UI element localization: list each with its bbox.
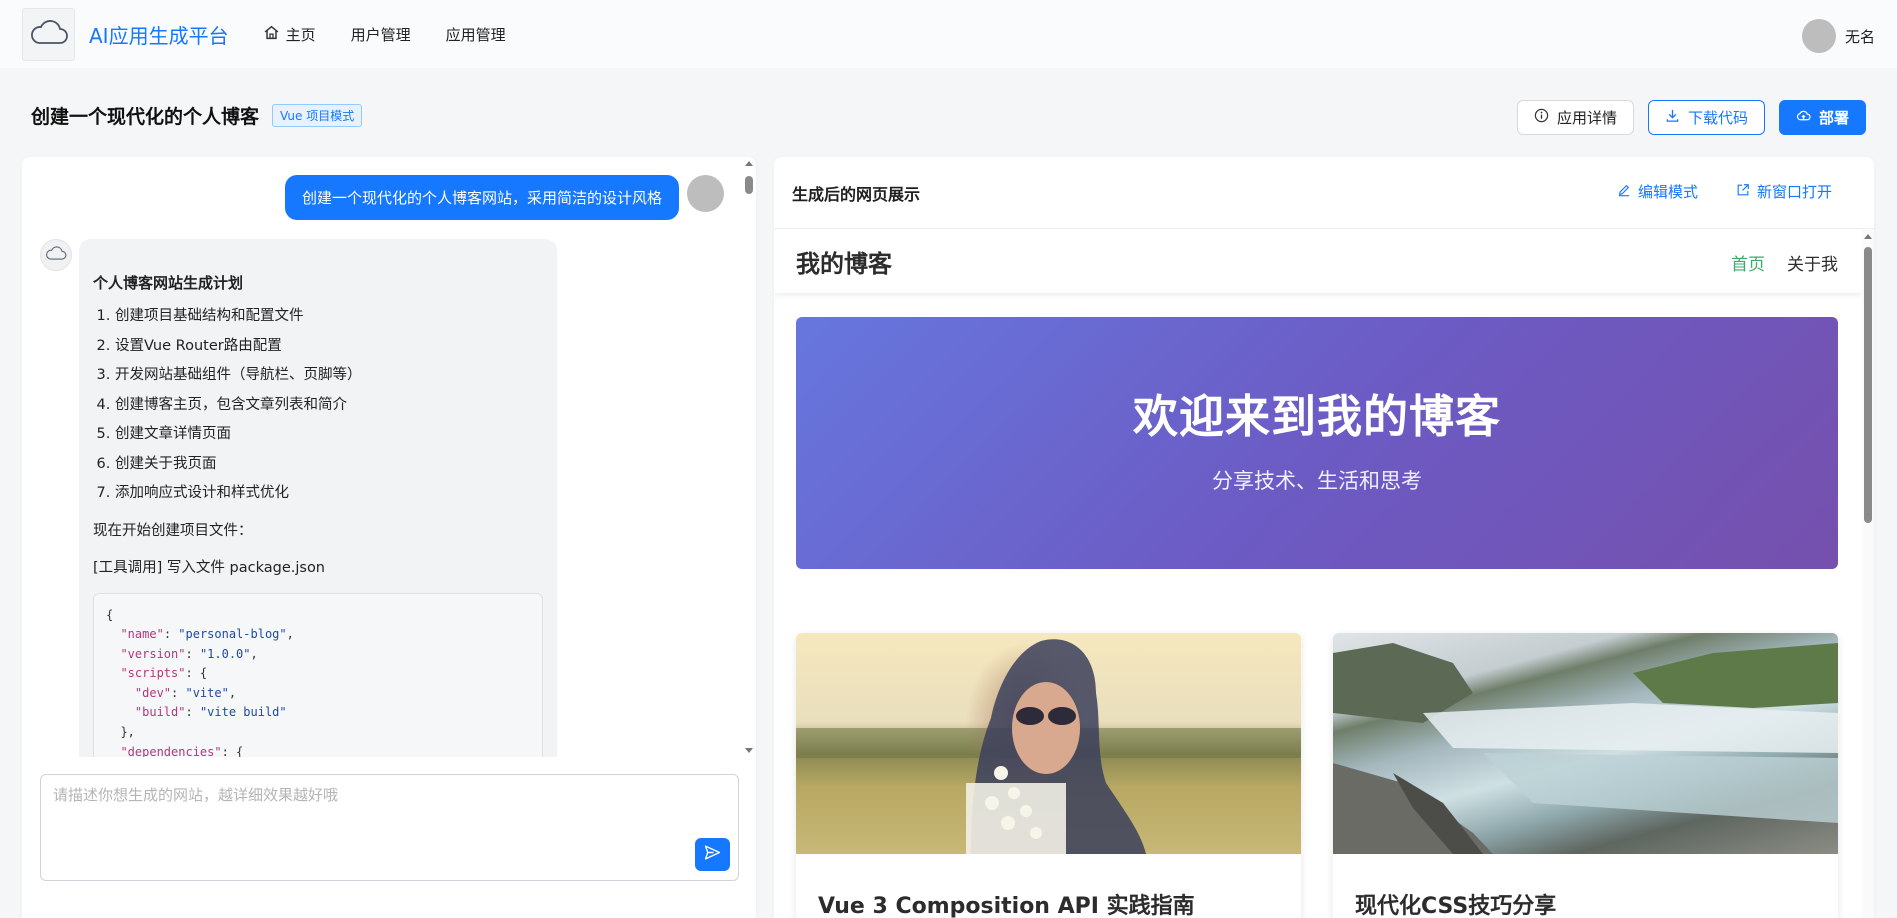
post-cards: Vue 3 Composition API 实践指南 现代化CSS技巧分享 <box>796 633 1838 918</box>
code-value: "personal-blog" <box>178 627 287 642</box>
chat-panel: 创建一个现代化的个人博客网站，采用简洁的设计风格 个人博客网站生成计划 创建项目… <box>22 157 756 918</box>
code-block: { "name": "personal-blog", "version": "1… <box>93 592 543 757</box>
site-nav-links: 首页 关于我 <box>1731 250 1838 275</box>
plan-heading: 个人博客网站生成计划 <box>93 274 244 292</box>
post-title[interactable]: 现代化CSS技巧分享 <box>1333 854 1838 918</box>
list-item: 创建关于我页面 <box>115 450 543 480</box>
avatar <box>687 175 724 212</box>
header-actions: 应用详情 下载代码 部署 <box>1516 100 1866 135</box>
code-key: "dependencies" <box>120 744 222 757</box>
prompt-input-box <box>40 774 739 881</box>
external-link-icon <box>1736 183 1750 201</box>
site-link-home[interactable]: 首页 <box>1731 250 1765 275</box>
site-brand[interactable]: 我的博客 <box>796 244 892 279</box>
scroll-down-arrow[interactable] <box>745 748 753 753</box>
preview-scrollbar[interactable] <box>1862 230 1874 918</box>
open-new-window-button[interactable]: 新窗口打开 <box>1736 181 1832 202</box>
scroll-up-arrow[interactable] <box>1864 234 1872 239</box>
app-details-button[interactable]: 应用详情 <box>1516 100 1634 135</box>
preview-actions: 编辑模式 新窗口打开 <box>1617 181 1832 202</box>
nav-item-app-management[interactable]: 应用管理 <box>446 24 506 45</box>
avatar[interactable] <box>1801 19 1836 53</box>
code-value: "vite build" <box>199 705 287 720</box>
post-image <box>796 633 1301 854</box>
list-item: 添加响应式设计和样式优化 <box>115 479 543 509</box>
code-value: "vite" <box>185 685 229 700</box>
code-key: "dev" <box>134 685 172 700</box>
nav-item-user-management[interactable]: 用户管理 <box>351 24 411 45</box>
nav-item-label: 主页 <box>285 25 316 44</box>
code-key: "version" <box>120 646 186 661</box>
info-icon <box>1534 108 1549 127</box>
post-title[interactable]: Vue 3 Composition API 实践指南 <box>796 854 1301 918</box>
app-header: 创建一个现代化的个人博客 Vue 项目模式 <box>31 102 363 129</box>
post-image <box>1333 633 1838 854</box>
edit-icon <box>1617 183 1631 201</box>
nav-item-home[interactable]: 主页 <box>263 24 316 45</box>
page-title: 创建一个现代化的个人博客 <box>31 106 260 128</box>
hero-banner: 欢迎来到我的博客 分享技术、生活和思考 <box>796 317 1838 569</box>
user-message-bubble: 创建一个现代化的个人博客网站，采用简洁的设计风格 <box>284 175 679 220</box>
ai-message: 个人博客网站生成计划 创建项目基础结构和配置文件 设置Vue Router路由配… <box>40 239 557 757</box>
send-icon <box>704 844 721 865</box>
nav-item-label: 应用管理 <box>445 25 506 44</box>
download-icon <box>1665 108 1680 127</box>
list-item: 创建项目基础结构和配置文件 <box>115 302 543 332</box>
tool-call-text: [工具调用] 写入文件 package.json <box>93 559 325 576</box>
hero-title: 欢迎来到我的博客 <box>1132 389 1501 443</box>
top-navbar: AI应用生成平台 主页 用户管理 应用管理 无名 <box>0 0 1897 68</box>
cloud-icon <box>45 245 67 265</box>
hero-subtitle: 分享技术、生活和思考 <box>1212 468 1422 493</box>
nav-item-label: 用户管理 <box>350 25 411 44</box>
ai-avatar <box>40 239 72 271</box>
message-list[interactable]: 创建一个现代化的个人博客网站，采用简洁的设计风格 个人博客网站生成计划 创建项目… <box>22 157 756 757</box>
code-key: "scripts" <box>120 666 186 681</box>
send-button[interactable] <box>695 838 730 871</box>
button-label: 下载代码 <box>1687 109 1748 127</box>
button-label: 部署 <box>1818 109 1849 127</box>
user-name: 无名 <box>1844 27 1875 46</box>
cloud-upload-icon <box>1796 108 1811 127</box>
download-code-button[interactable]: 下载代码 <box>1647 100 1765 135</box>
intro-text: 现在开始创建项目文件： <box>93 522 253 539</box>
edit-mode-button[interactable]: 编辑模式 <box>1617 181 1698 202</box>
main-nav: 主页 用户管理 应用管理 <box>263 24 506 45</box>
list-item: 创建博客主页，包含文章列表和简介 <box>115 391 543 421</box>
cloud-icon <box>29 18 69 50</box>
brand-title[interactable]: AI应用生成平台 <box>89 20 229 49</box>
button-label: 编辑模式 <box>1637 183 1698 201</box>
code-key: "build" <box>134 705 186 720</box>
scroll-up-arrow[interactable] <box>745 161 753 166</box>
plan-steps: 创建项目基础结构和配置文件 设置Vue Router路由配置 开发网站基础组件（… <box>93 302 543 509</box>
post-card[interactable]: Vue 3 Composition API 实践指南 <box>796 633 1301 918</box>
chat-scrollbar[interactable] <box>744 159 754 755</box>
ai-message-bubble: 个人博客网站生成计划 创建项目基础结构和配置文件 设置Vue Router路由配… <box>79 239 557 757</box>
preview-panel: 生成后的网页展示 编辑模式 新窗口打开 我的博客 首页 关于我 欢迎来到我的博客… <box>774 157 1874 918</box>
list-item: 开发网站基础组件（导航栏、页脚等） <box>115 361 543 391</box>
preview-header: 生成后的网页展示 编辑模式 新窗口打开 <box>774 157 1874 229</box>
list-item: 设置Vue Router路由配置 <box>115 332 543 362</box>
mode-badge: Vue 项目模式 <box>272 104 363 127</box>
code-key: "name" <box>120 627 164 642</box>
list-item: 创建文章详情页面 <box>115 420 543 450</box>
code-value: "1.0.0" <box>199 646 251 661</box>
deploy-button[interactable]: 部署 <box>1778 100 1866 135</box>
preview-frame[interactable]: 我的博客 首页 关于我 欢迎来到我的博客 分享技术、生活和思考 Vue 3 Co… <box>774 230 1874 918</box>
button-label: 应用详情 <box>1556 109 1617 127</box>
preview-title: 生成后的网页展示 <box>792 184 921 204</box>
scroll-thumb[interactable] <box>1864 247 1872 523</box>
home-icon <box>263 24 280 45</box>
site-link-about[interactable]: 关于我 <box>1787 250 1838 275</box>
button-label: 新窗口打开 <box>1756 183 1832 201</box>
logo[interactable] <box>22 7 75 61</box>
scroll-thumb[interactable] <box>745 176 753 194</box>
prompt-input[interactable] <box>41 775 738 880</box>
user-menu[interactable]: 无名 <box>1801 19 1875 53</box>
post-card[interactable]: 现代化CSS技巧分享 <box>1333 633 1838 918</box>
site-navbar: 我的博客 首页 关于我 <box>774 230 1862 293</box>
user-message: 创建一个现代化的个人博客网站，采用简洁的设计风格 <box>284 175 724 220</box>
